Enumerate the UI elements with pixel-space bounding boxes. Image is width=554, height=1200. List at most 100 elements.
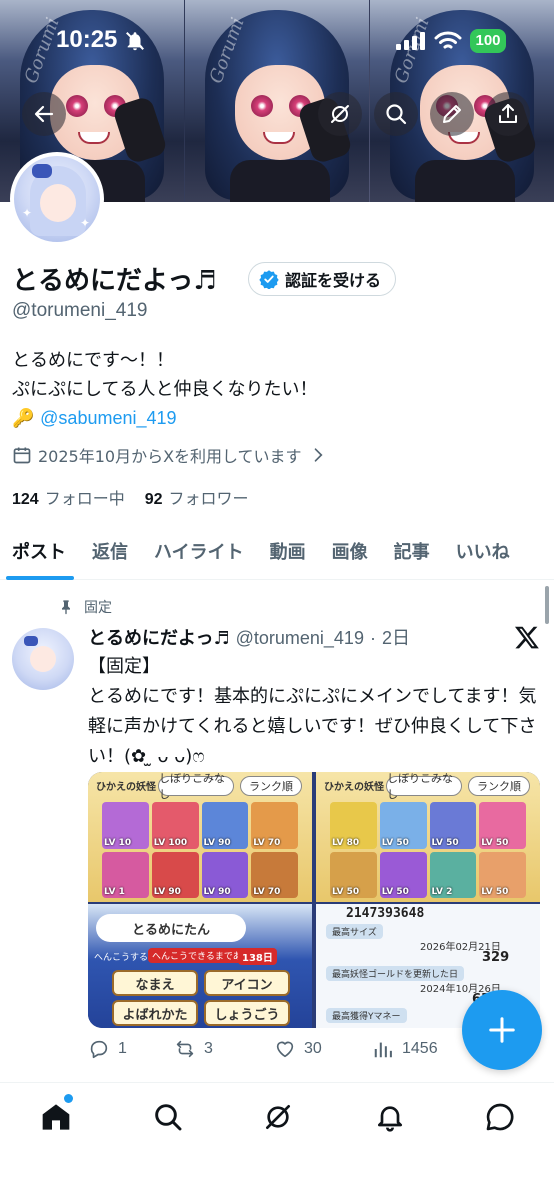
post-header: とるめにだよっ♬ @torumeni_419 · 2日: [88, 624, 410, 650]
media-monster-level: LV 50: [481, 837, 509, 848]
post-author-name[interactable]: とるめにだよっ♬: [88, 624, 230, 650]
home-icon[interactable]: [40, 1101, 72, 1133]
media-panel-right: ひかえの妖怪 しぼりこみなし ランク順 LV 80 LV 50 LV 50 LV 50…: [316, 772, 540, 902]
media-monster-cell: LV 90: [151, 851, 199, 898]
grok-icon: [331, 105, 349, 123]
tab-videos[interactable]: 動画: [258, 522, 320, 580]
chat-bubble-icon[interactable]: [484, 1101, 516, 1133]
tab-replies[interactable]: 返信: [80, 522, 142, 580]
display-name: とるめにだよっ♬: [12, 266, 217, 296]
bio-line: とるめにです〜！！: [12, 350, 174, 371]
bio-mention-link[interactable]: @sabumeni_419: [40, 408, 176, 428]
media-btn-icon: アイコン: [204, 970, 290, 996]
media-rank-pill: ランク順: [240, 776, 302, 796]
bell-icon[interactable]: [374, 1101, 406, 1133]
x-logo-icon[interactable]: [514, 624, 540, 650]
media-monster-level: LV 80: [332, 837, 360, 848]
tab-images[interactable]: 画像: [320, 522, 382, 580]
views-button[interactable]: 1456: [372, 1038, 438, 1060]
media-monster-cell: LV 70: [251, 851, 298, 898]
grok-icon[interactable]: [262, 1101, 294, 1133]
home-notification-dot: [64, 1094, 73, 1103]
media-monster-grid: LV 10 LV 100 LV 90 LV 70 LV 1 LV 90 LV 90 LV 7…: [102, 802, 298, 898]
repost-icon: [176, 1040, 194, 1058]
get-verified-label: 認証を受ける: [285, 271, 382, 290]
post-author-handle[interactable]: @torumeni_419: [236, 628, 364, 649]
get-verified-button[interactable]: 認証を受ける: [248, 262, 397, 296]
scrollbar[interactable]: [545, 586, 549, 624]
media-monster-level: LV 2: [431, 887, 453, 897]
tab-likes[interactable]: いいね: [444, 522, 524, 580]
media-monster-cell: LV 50: [479, 851, 526, 898]
back-button[interactable]: [22, 92, 66, 136]
repost-button[interactable]: 3: [174, 1038, 274, 1060]
media-rank-pill: ランク順: [468, 776, 530, 796]
views-icon: [374, 1042, 392, 1058]
like-button[interactable]: 30: [274, 1038, 372, 1060]
reply-count: 1: [118, 1040, 127, 1057]
media-btn-title: しょうごう: [204, 1000, 290, 1026]
post-text-body: とるめにです！基本的にぷにぷにメインでしてます！気軽に声かけてくれると嬉しいです…: [88, 686, 537, 767]
plus-icon: [489, 1017, 515, 1043]
tab-articles[interactable]: 記事: [382, 522, 444, 580]
search-icon[interactable]: [152, 1101, 184, 1133]
following-label: フォロー中: [44, 489, 125, 508]
post-text: 【固定】 とるめにです！基本的にぷにぷにメインでしてます！気軽に声かけてくれると…: [88, 652, 540, 772]
following-link[interactable]: 124 フォロー中: [12, 485, 125, 509]
media-btn-call: よばれかた: [112, 1000, 198, 1026]
media-monster-cell: LV 100: [151, 802, 199, 849]
verified-badge-icon: [259, 270, 279, 289]
share-button[interactable]: [486, 92, 530, 136]
media-monster-cell: LV 90: [201, 851, 249, 898]
post-dot: ·: [369, 628, 376, 648]
battery-indicator: 100: [470, 29, 506, 53]
media-monster-cell: LV 50: [429, 802, 477, 849]
status-time: 10:25: [56, 26, 118, 53]
media-name-plate: とるめにたん: [96, 914, 246, 942]
media-monster-level: LV 50: [481, 887, 509, 897]
bell-off-icon: [126, 32, 144, 51]
media-monster-cell: LV 50: [379, 851, 427, 898]
reply-icon: [90, 1040, 108, 1059]
post-avatar[interactable]: [12, 628, 74, 690]
follow-stats: 124 フォロー中 92 フォロワー: [12, 485, 249, 509]
media-monster-level: LV 70: [253, 837, 281, 848]
search-button[interactable]: [374, 92, 418, 136]
grok-button[interactable]: [318, 92, 362, 136]
tab-highlights[interactable]: ハイライト: [142, 522, 258, 580]
followers-link[interactable]: 92 フォロワー: [145, 485, 249, 509]
media-monster-level: LV 1: [104, 887, 125, 897]
media-monster-grid: LV 80 LV 50 LV 50 LV 50 LV 50 LV 50 LV 2 LV 50: [330, 802, 526, 898]
share-icon: [499, 104, 517, 123]
media-monster-cell: LV 50: [379, 802, 427, 849]
profile-avatar[interactable]: ✦ ✦: [10, 152, 104, 246]
media-monster-cell: LV 10: [102, 802, 149, 849]
media-monster-level: LV 50: [381, 837, 409, 848]
media-monster-cell: LV 2: [429, 851, 477, 898]
bio-line: ぷにぷにしてる人と仲良くなりたい！: [12, 379, 318, 400]
profile-handle: @torumeni_419: [12, 300, 148, 321]
tab-posts[interactable]: ポスト: [0, 522, 80, 580]
key-emoji-icon: 🔑: [12, 408, 35, 429]
pin-icon: [62, 600, 70, 615]
media-monster-level: LV 50: [431, 837, 459, 848]
repost-count: 3: [204, 1040, 213, 1057]
media-change-cost: 138日: [238, 948, 277, 965]
pinned-indicator: 固定: [58, 597, 112, 617]
profile-bio: とるめにです〜！！ ぷにぷにしてる人と仲良くなりたい！ 🔑 @sabumeni_…: [12, 346, 317, 433]
heart-icon: [276, 1041, 294, 1058]
bio-line: 🔑 @sabumeni_419: [12, 404, 317, 433]
wifi-icon: [434, 31, 462, 49]
media-monster-cell: LV 1: [102, 851, 149, 898]
post-media[interactable]: ひかえの妖怪 しぼりこみなし ランク順 LV 10 LV 100 LV 90 LV 7…: [88, 772, 540, 1028]
reply-button[interactable]: 1: [88, 1038, 174, 1060]
post-age[interactable]: 2日: [382, 624, 410, 650]
compose-button[interactable]: [462, 990, 542, 1070]
pencil-icon: [443, 105, 461, 123]
media-monster-level: LV 90: [153, 887, 181, 897]
media-monster-level: LV 50: [381, 887, 409, 897]
join-date-text: 2025年10月からXを利用しています: [38, 447, 302, 466]
join-date-row[interactable]: 2025年10月からXを利用しています: [12, 443, 328, 467]
following-count: 124: [12, 491, 39, 508]
edit-button[interactable]: [430, 92, 474, 136]
